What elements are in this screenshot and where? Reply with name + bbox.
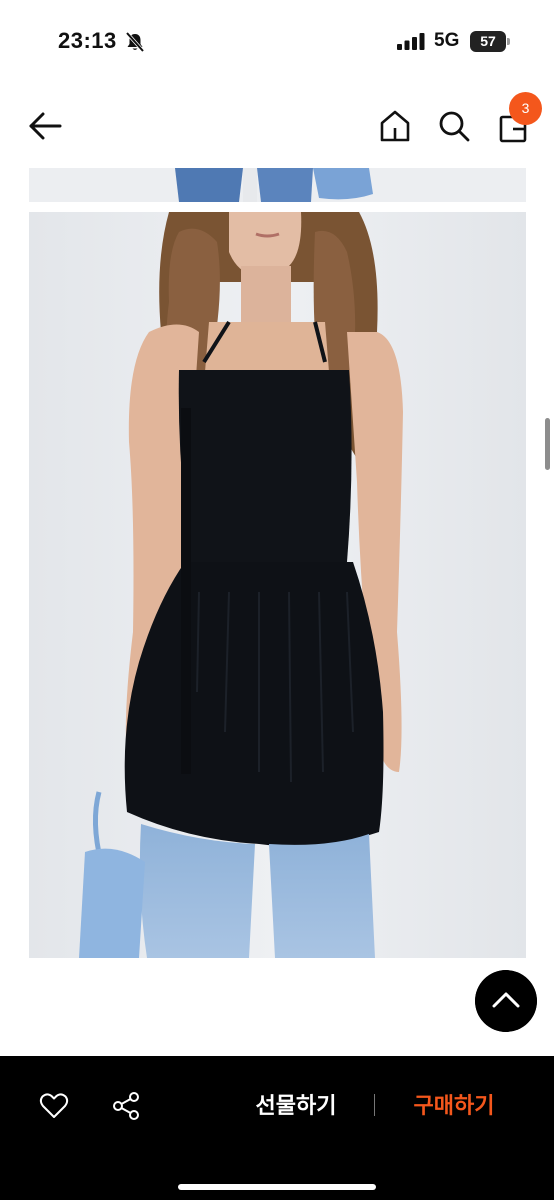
cart-count-badge[interactable]: 3 [509,92,542,125]
gift-button[interactable]: 선물하기 [240,1086,352,1126]
scrollbar-thumb[interactable] [545,418,550,470]
button-divider [374,1094,375,1116]
product-image-previous [29,168,526,202]
status-time: 23:13 [58,28,117,53]
share-icon[interactable] [110,1090,142,1122]
buy-button[interactable]: 구매하기 [398,1086,510,1126]
bell-muted-icon [125,31,145,53]
search-icon[interactable] [436,108,472,144]
status-bar: 23:13 5G 57 [0,0,554,80]
product-photo-black-apron-dress [29,212,526,958]
signal-icon [397,33,425,50]
product-image-main [29,212,526,958]
scroll-to-top-button[interactable] [475,970,537,1032]
network-label: 5G [434,30,460,51]
heart-icon[interactable] [38,1090,70,1122]
home-indicator[interactable] [178,1184,376,1190]
top-navigation [0,88,554,164]
bottom-action-bar: 선물하기 구매하기 [0,1056,554,1200]
battery-indicator: 57 [470,31,510,52]
arrow-left-icon[interactable] [26,106,66,146]
product-photo-jeans-bag [29,168,526,202]
home-icon[interactable] [378,108,412,144]
